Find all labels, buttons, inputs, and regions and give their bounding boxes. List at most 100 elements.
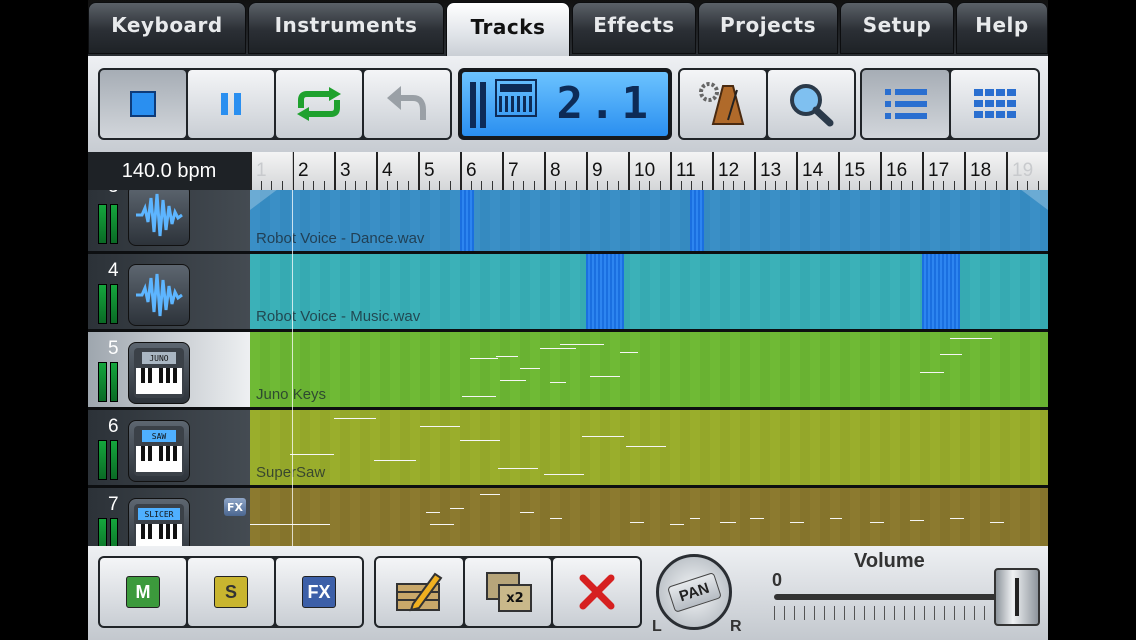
position-display[interactable]: 2.1 xyxy=(458,68,672,140)
bar-marker: 11 xyxy=(670,152,696,190)
midi-note xyxy=(374,460,416,461)
grid-view-button[interactable] xyxy=(951,70,1038,138)
track-header[interactable]: 3 xyxy=(88,190,250,251)
midi-note xyxy=(250,524,330,525)
synth-instrument-icon[interactable]: SAW xyxy=(128,420,190,482)
beat-tick xyxy=(596,181,598,190)
solo-icon: S xyxy=(214,576,248,608)
tab-setup[interactable]: Setup xyxy=(840,2,954,54)
synth-instrument-icon[interactable]: JUNO xyxy=(128,342,190,404)
tab-instruments[interactable]: Instruments xyxy=(248,2,444,54)
bar-marker: 18 xyxy=(964,152,991,190)
track-lane[interactable]: Robot Voice - Music.wav xyxy=(250,254,1048,329)
bar-marker: 8 xyxy=(544,152,561,190)
track-number: 7 xyxy=(108,494,119,515)
track-lane[interactable] xyxy=(250,488,1048,546)
playhead[interactable] xyxy=(292,152,293,546)
beat-tick xyxy=(397,181,398,190)
tab-tracks[interactable]: Tracks xyxy=(446,2,570,58)
bar-marker: 19 xyxy=(1006,152,1033,190)
midi-note xyxy=(940,354,962,355)
beat-tick xyxy=(575,181,577,190)
mute-button[interactable]: M xyxy=(100,558,186,626)
midi-note xyxy=(420,426,460,427)
bar-marker: 4 xyxy=(376,152,393,190)
synth-instrument-icon[interactable]: SLICER xyxy=(128,498,190,546)
beat-tick xyxy=(995,181,997,190)
zoom-button[interactable] xyxy=(768,70,854,138)
track-row[interactable]: 3 Robot Voice - Dance.wav xyxy=(88,190,1048,254)
midi-note xyxy=(480,494,500,495)
pan-left-label: L xyxy=(652,618,662,635)
fx-button[interactable]: FX xyxy=(276,558,362,626)
bottom-toolbar: M S FX x2 PAN L R Volume 0 xyxy=(88,546,1048,640)
bar-marker: 10 xyxy=(628,152,655,190)
undo-button[interactable] xyxy=(364,70,450,138)
track-header[interactable]: 6 SAW xyxy=(88,410,250,485)
fx-badge[interactable]: FX xyxy=(224,498,246,516)
track-lane[interactable]: SuperSaw xyxy=(250,410,1048,485)
track-header[interactable]: 4 xyxy=(88,254,250,329)
track-lane[interactable]: Juno Keys xyxy=(250,332,1048,407)
track-number: 3 xyxy=(108,190,119,198)
track-row[interactable]: 4 Robot Voice - Music.wav xyxy=(88,254,1048,332)
beat-tick xyxy=(607,181,608,190)
bar-number: 18 xyxy=(970,160,992,181)
pan-knob[interactable]: PAN xyxy=(656,554,732,630)
pause-button[interactable] xyxy=(188,70,274,138)
track-header[interactable]: 7 SLICER FX xyxy=(88,488,250,546)
timeline-ruler[interactable]: 140.0 bpm 1 2 3 4 5 6 7 8 9 10 11 12 13 14 15 16 17 18 19 xyxy=(88,152,1048,190)
view-group xyxy=(860,68,1040,140)
tab-keyboard[interactable]: Keyboard xyxy=(88,2,246,54)
tab-projects[interactable]: Projects xyxy=(698,2,838,54)
midi-note xyxy=(462,396,496,397)
beat-tick xyxy=(565,181,566,190)
beat-tick xyxy=(722,181,724,190)
bar-number: 17 xyxy=(928,160,950,181)
track-number: 5 xyxy=(108,338,119,359)
loop-start-marker xyxy=(250,190,290,210)
level-meter xyxy=(98,284,118,324)
loop-icon xyxy=(297,87,341,121)
tempo-label[interactable]: 140.0 bpm xyxy=(88,152,250,190)
metronome-icon xyxy=(699,82,745,125)
list-view-icon xyxy=(884,89,927,119)
metronome-settings-button[interactable] xyxy=(680,70,766,138)
beat-tick xyxy=(848,181,850,190)
beat-tick xyxy=(491,181,493,190)
beat-tick xyxy=(428,181,430,190)
track-header[interactable]: 5 JUNO xyxy=(88,332,250,407)
beat-tick xyxy=(932,181,934,190)
volume-slider-thumb[interactable] xyxy=(994,568,1041,626)
solo-button[interactable]: S xyxy=(188,558,274,626)
delete-button[interactable] xyxy=(553,558,641,626)
midi-note xyxy=(790,522,804,523)
volume-slider-track[interactable] xyxy=(774,594,1030,600)
bar-ruler[interactable]: 1 2 3 4 5 6 7 8 9 10 11 12 13 14 15 16 17 18 19 xyxy=(250,152,1048,190)
beat-tick xyxy=(775,181,776,190)
beat-tick xyxy=(869,181,871,190)
track-list[interactable]: 3 Robot Voice - Dance.wav 4 Robot Voice … xyxy=(88,190,1048,546)
stop-button[interactable] xyxy=(100,70,186,138)
beat-tick xyxy=(617,181,619,190)
beat-tick xyxy=(323,181,325,190)
midi-note xyxy=(544,474,584,475)
audio-waveform-icon[interactable] xyxy=(128,190,190,246)
list-view-button[interactable] xyxy=(862,70,949,138)
tab-help[interactable]: Help xyxy=(956,2,1048,54)
edit-button[interactable] xyxy=(376,558,463,626)
midi-note xyxy=(670,524,684,525)
beat-tick xyxy=(649,181,650,190)
loop-button[interactable] xyxy=(276,70,362,138)
bar-number: 14 xyxy=(802,160,824,181)
bar-number: 5 xyxy=(424,160,435,181)
track-row[interactable]: 6 SAW SuperSaw xyxy=(88,410,1048,488)
audio-waveform-icon[interactable] xyxy=(128,264,190,326)
duplicate-button[interactable]: x2 xyxy=(464,558,552,626)
track-row-selected[interactable]: 5 JUNO Juno Keys xyxy=(88,332,1048,410)
track-row[interactable]: 7 SLICER FX xyxy=(88,488,1048,546)
level-meter xyxy=(98,440,118,480)
tab-effects[interactable]: Effects xyxy=(572,2,696,54)
track-lane[interactable]: Robot Voice - Dance.wav xyxy=(250,190,1048,251)
midi-note xyxy=(500,380,526,381)
